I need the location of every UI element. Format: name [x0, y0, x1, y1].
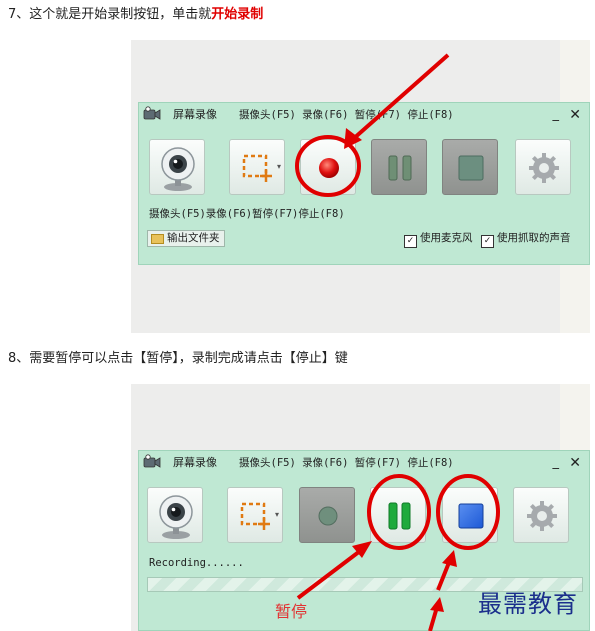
watermark: 最需教育	[478, 590, 578, 618]
pause-arrow-line	[296, 546, 366, 600]
pause-highlight-circle	[367, 474, 431, 550]
record-arrow-line	[350, 53, 450, 142]
stop-arrow-head	[442, 550, 457, 567]
bottom-arrow-head	[430, 597, 444, 612]
annotation-overlay	[295, 53, 500, 631]
pause-annotation-label: 暂停	[275, 602, 308, 621]
stop-highlight-circle	[436, 474, 500, 550]
